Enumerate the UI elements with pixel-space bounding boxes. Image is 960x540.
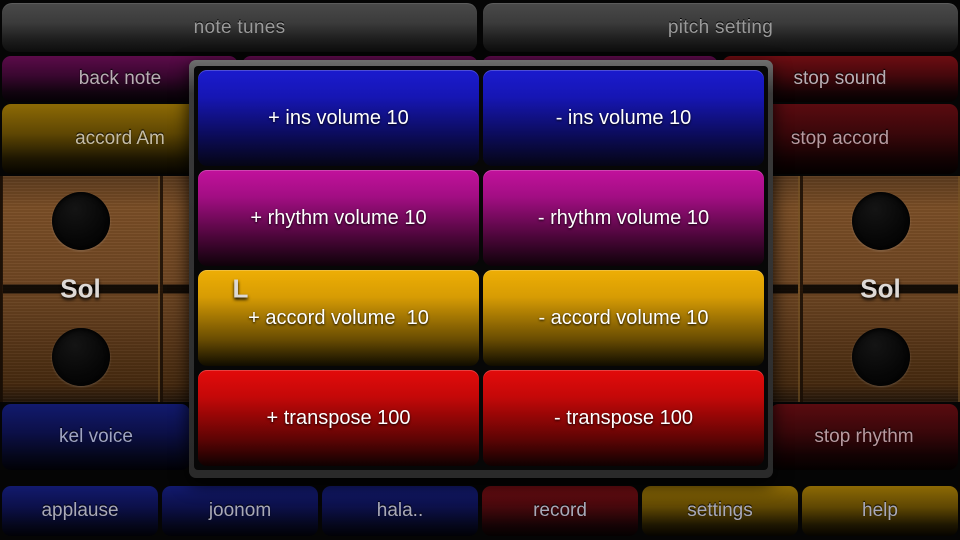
- fret-note-label: Sol: [860, 273, 901, 304]
- inc-ins-volume[interactable]: + ins volume 10: [198, 70, 479, 166]
- inc-transpose[interactable]: + transpose 100: [198, 370, 479, 466]
- fret-note-label: Sol: [60, 273, 101, 304]
- dialog-scrim[interactable]: + ins volume 10- ins volume 10 + rhythm v…: [0, 0, 960, 540]
- dialog-button-grid: + ins volume 10- ins volume 10 + rhythm v…: [194, 66, 768, 470]
- dec-ins-volume[interactable]: - ins volume 10: [483, 70, 764, 166]
- volume-settings-dialog: + ins volume 10- ins volume 10 + rhythm v…: [189, 60, 773, 478]
- fret-note-label: L: [232, 273, 249, 304]
- dec-transpose[interactable]: - transpose 100: [483, 370, 764, 466]
- app-stage: note tunes pitch setting back note stop so…: [0, 0, 960, 540]
- dec-rhythm-volume[interactable]: - rhythm volume 10: [483, 170, 764, 266]
- dec-accord-volume[interactable]: - accord volume 10: [483, 270, 764, 366]
- inc-rhythm-volume[interactable]: + rhythm volume 10: [198, 170, 479, 266]
